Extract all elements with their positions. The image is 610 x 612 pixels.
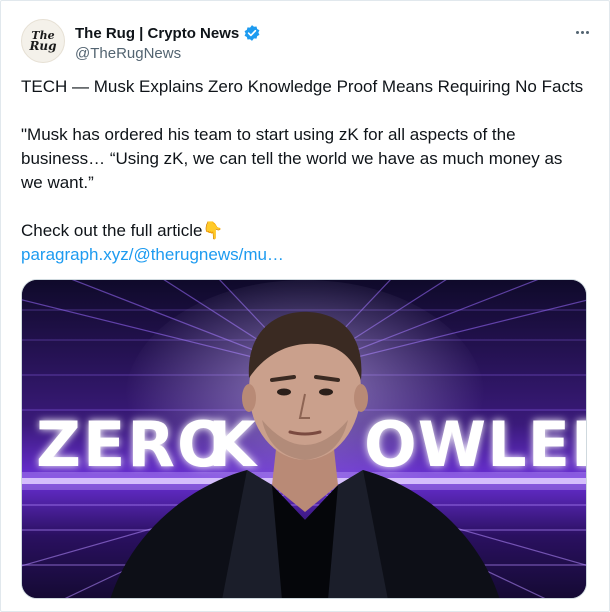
dot — [585, 30, 589, 34]
more-options-icon[interactable] — [571, 23, 593, 41]
dot — [575, 30, 579, 34]
cta-text: Check out the full article — [21, 221, 203, 240]
handle[interactable]: @TheRugNews — [75, 45, 261, 62]
quote-line-3: we want.” — [21, 173, 94, 192]
tweet-text: TECH — Musk Explains Zero Knowledge Proo… — [21, 75, 591, 267]
quote-line-2: business… “Using zK, we can tell the wor… — [21, 149, 563, 168]
headline-mid: K — [208, 408, 258, 481]
article-link[interactable]: paragraph.xyz/@therugnews/mu… — [21, 243, 591, 267]
quote-line-1: "Musk has ordered his team to start usin… — [21, 125, 516, 144]
display-name[interactable]: The Rug | Crypto News — [75, 25, 239, 42]
media-illustration: ZERO K OWLEDGE — [22, 280, 587, 598]
headline-right: OWLEDGE — [364, 408, 587, 481]
tweet-header: The Rug The Rug | Crypto News @TheRugNew… — [21, 15, 593, 65]
headline-text: TECH — Musk Explains Zero Knowledge Proo… — [21, 77, 584, 96]
author-info: The Rug | Crypto News @TheRugNews — [75, 23, 261, 62]
avatar-text-2: Rug — [29, 39, 57, 53]
verified-badge-icon — [243, 24, 261, 42]
tweet-media-image[interactable]: ZERO K OWLEDGE — [21, 279, 587, 599]
pointing-down-emoji: 👇 — [202, 221, 224, 240]
avatar[interactable]: The Rug — [21, 19, 65, 63]
cta-line: Check out the full article👇 — [21, 219, 591, 243]
display-name-row: The Rug | Crypto News — [75, 23, 261, 43]
dot — [580, 30, 584, 34]
headline-left: ZERO — [36, 408, 232, 481]
tweet-card: The Rug The Rug | Crypto News @TheRugNew… — [0, 0, 610, 612]
